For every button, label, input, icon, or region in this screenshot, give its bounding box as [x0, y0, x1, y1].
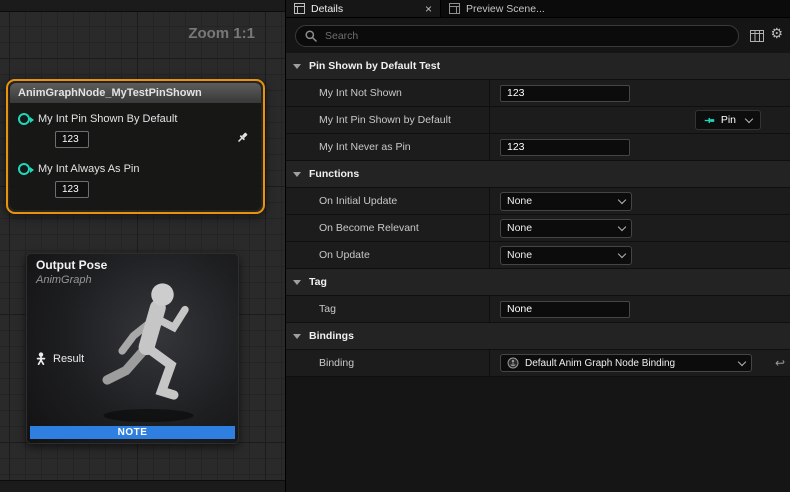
close-tab-icon[interactable]: ×	[425, 3, 432, 15]
section-title: Functions	[309, 168, 359, 180]
search-area: ⚙	[286, 18, 790, 54]
tab-bar: Details × Preview Scene...	[286, 0, 790, 18]
reset-to-default-icon[interactable]: ↩	[775, 356, 785, 370]
int-value-input[interactable]	[500, 139, 630, 156]
dropdown-value: None	[507, 249, 532, 261]
property-label: Tag	[286, 296, 490, 322]
dropdown-value: None	[507, 222, 532, 234]
details-tab-icon	[294, 3, 305, 14]
property-row: Tag	[286, 296, 790, 323]
search-input[interactable]	[323, 29, 729, 43]
unreal-editor-window: Zoom 1:1 AnimGraphNode_MyTestPinShown	[0, 0, 790, 492]
result-pin-label: Result	[53, 353, 84, 365]
int-value-input[interactable]	[500, 85, 630, 102]
property-label: On Become Relevant	[286, 215, 490, 241]
pin-label: My Int Pin Shown By Default	[38, 113, 177, 125]
chevron-down-icon	[738, 358, 746, 366]
dropdown-value: None	[507, 195, 532, 207]
anim-graph-node-mytestpinshown[interactable]: AnimGraphNode_MyTestPinShown	[6, 79, 265, 214]
note-banner[interactable]: NOTE	[30, 426, 235, 439]
node-title[interactable]: Output Pose	[36, 258, 107, 272]
dropdown-value: Default Anim Graph Node Binding	[525, 358, 733, 369]
pin-icon	[704, 115, 715, 126]
chevron-down-icon	[618, 196, 626, 204]
section-title: Tag	[309, 276, 327, 288]
node-body: AnimGraphNode_MyTestPinShown	[10, 83, 261, 210]
property-row: My Int Never as Pin	[286, 134, 790, 161]
property-label: My Int Pin Shown by Default	[286, 107, 490, 133]
chevron-down-icon	[293, 172, 301, 177]
node-subtitle: AnimGraph	[36, 274, 92, 286]
search-box[interactable]	[295, 25, 739, 47]
graph-top-border	[0, 0, 285, 12]
binding-dropdown[interactable]: Default Anim Graph Node Binding	[500, 354, 752, 372]
property-row: On Become Relevant None	[286, 215, 790, 242]
tab-preview-scene[interactable]: Preview Scene...	[440, 0, 597, 17]
pin-value-input[interactable]: 123	[55, 131, 89, 148]
property-row: Binding Default Anim Graph Node Binding …	[286, 350, 790, 377]
int-pin-icon[interactable]	[18, 163, 30, 175]
dropdown-value: Pin	[721, 114, 736, 126]
property-label: Binding	[286, 350, 490, 376]
property-row: My Int Not Shown	[286, 80, 790, 107]
tab-label: Details	[311, 3, 343, 15]
output-pose-node[interactable]: Output Pose AnimGraph Result NOTE	[26, 253, 239, 444]
section-header-bindings[interactable]: Bindings	[286, 323, 790, 350]
binding-icon	[507, 357, 519, 369]
property-label: On Update	[286, 242, 490, 268]
node-pin-row: My Int Pin Shown By Default	[18, 111, 253, 127]
chevron-down-icon	[618, 250, 626, 258]
tab-label: Preview Scene...	[466, 3, 545, 15]
property-label: My Int Not Shown	[286, 80, 490, 106]
zoom-level-label: Zoom 1:1	[188, 25, 255, 42]
pin-label: My Int Always As Pin	[38, 163, 139, 175]
search-icon	[305, 30, 317, 42]
pushpin-icon[interactable]	[236, 131, 249, 149]
display-filter-icon[interactable]	[750, 29, 764, 47]
property-sections: Pin Shown by Default Test My Int Not Sho…	[286, 53, 790, 377]
chevron-down-icon	[293, 334, 301, 339]
tab-details[interactable]: Details ×	[286, 0, 440, 17]
chevron-down-icon	[745, 115, 753, 123]
node-title[interactable]: AnimGraphNode_MyTestPinShown	[10, 83, 261, 103]
result-pin-row[interactable]: Result	[35, 352, 84, 365]
chevron-down-icon	[293, 280, 301, 285]
section-title: Bindings	[309, 330, 354, 342]
function-dropdown[interactable]: None	[500, 246, 632, 265]
anim-graph-canvas[interactable]: Zoom 1:1 AnimGraphNode_MyTestPinShown	[0, 0, 285, 492]
tag-input[interactable]	[500, 301, 630, 318]
property-label: On Initial Update	[286, 188, 490, 214]
property-row: On Update None	[286, 242, 790, 269]
chevron-down-icon	[293, 64, 301, 69]
property-row: On Initial Update None	[286, 188, 790, 215]
property-row: My Int Pin Shown by Default Pin	[286, 107, 790, 134]
section-header-tag[interactable]: Tag	[286, 269, 790, 296]
pin-visibility-dropdown[interactable]: Pin	[695, 110, 761, 130]
int-pin-icon[interactable]	[18, 113, 30, 125]
function-dropdown[interactable]: None	[500, 219, 632, 238]
character-preview-image	[79, 274, 231, 424]
pin-value-input[interactable]: 123	[55, 181, 89, 198]
preview-scene-tab-icon	[449, 3, 460, 14]
function-dropdown[interactable]: None	[500, 192, 632, 211]
details-panel: Details × Preview Scene...	[285, 0, 790, 492]
section-header-pin-shown-by-default-test[interactable]: Pin Shown by Default Test	[286, 53, 790, 80]
node-pins-area: My Int Pin Shown By Default 123 My Int A…	[10, 103, 261, 210]
node-pin-row: My Int Always As Pin	[18, 161, 253, 177]
graph-bottom-border	[0, 480, 285, 492]
chevron-down-icon	[618, 223, 626, 231]
section-header-functions[interactable]: Functions	[286, 161, 790, 188]
settings-gear-icon[interactable]: ⚙	[770, 26, 783, 40]
property-label: My Int Never as Pin	[286, 134, 490, 160]
pose-person-icon	[35, 352, 47, 365]
section-title: Pin Shown by Default Test	[309, 60, 440, 72]
